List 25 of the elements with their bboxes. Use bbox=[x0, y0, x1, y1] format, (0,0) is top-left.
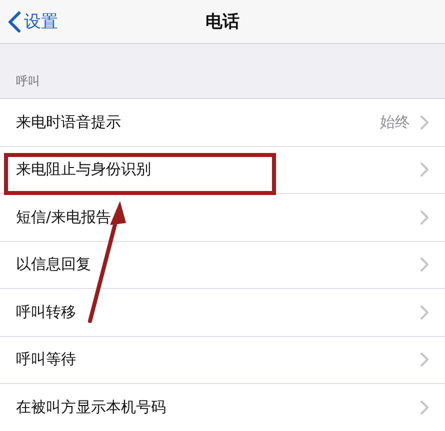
back-chevron-icon bbox=[8, 10, 21, 32]
row-value: 始终 bbox=[380, 112, 410, 132]
row-label: 来电时语音提示 bbox=[16, 112, 121, 132]
row-label: 在被叫方显示本机号码 bbox=[16, 398, 166, 417]
chevron-icon bbox=[420, 210, 429, 225]
row-label: 来电阻止与身份识别 bbox=[16, 160, 151, 180]
chevron-icon bbox=[420, 162, 429, 178]
row-label: 以信息回复 bbox=[16, 255, 91, 274]
section-header: 呼叫 bbox=[16, 73, 40, 90]
row-label: 呼叫转移 bbox=[16, 302, 76, 322]
settings-row[interactable]: 呼叫等待 bbox=[0, 336, 445, 384]
settings-row[interactable]: 来电阻止与身份识别 bbox=[0, 146, 445, 194]
row-label: 呼叫等待 bbox=[16, 350, 76, 370]
back-button[interactable]: 设置 bbox=[6, 8, 60, 35]
chevron-icon bbox=[420, 257, 429, 272]
settings-row[interactable]: 呼叫转移 bbox=[0, 289, 445, 336]
row-label: 短信/来电报告 bbox=[16, 208, 112, 227]
chevron-icon bbox=[420, 304, 429, 320]
settings-row[interactable]: 来电时语音提示 始终 bbox=[0, 99, 445, 146]
chevron-icon bbox=[420, 352, 429, 368]
settings-row[interactable]: 以信息回复 bbox=[0, 242, 445, 289]
settings-row[interactable]: 在被叫方显示本机号码 bbox=[0, 384, 445, 431]
chevron-icon bbox=[420, 114, 429, 130]
chevron-icon bbox=[420, 400, 429, 415]
screen-title: 电话 bbox=[206, 11, 240, 33]
